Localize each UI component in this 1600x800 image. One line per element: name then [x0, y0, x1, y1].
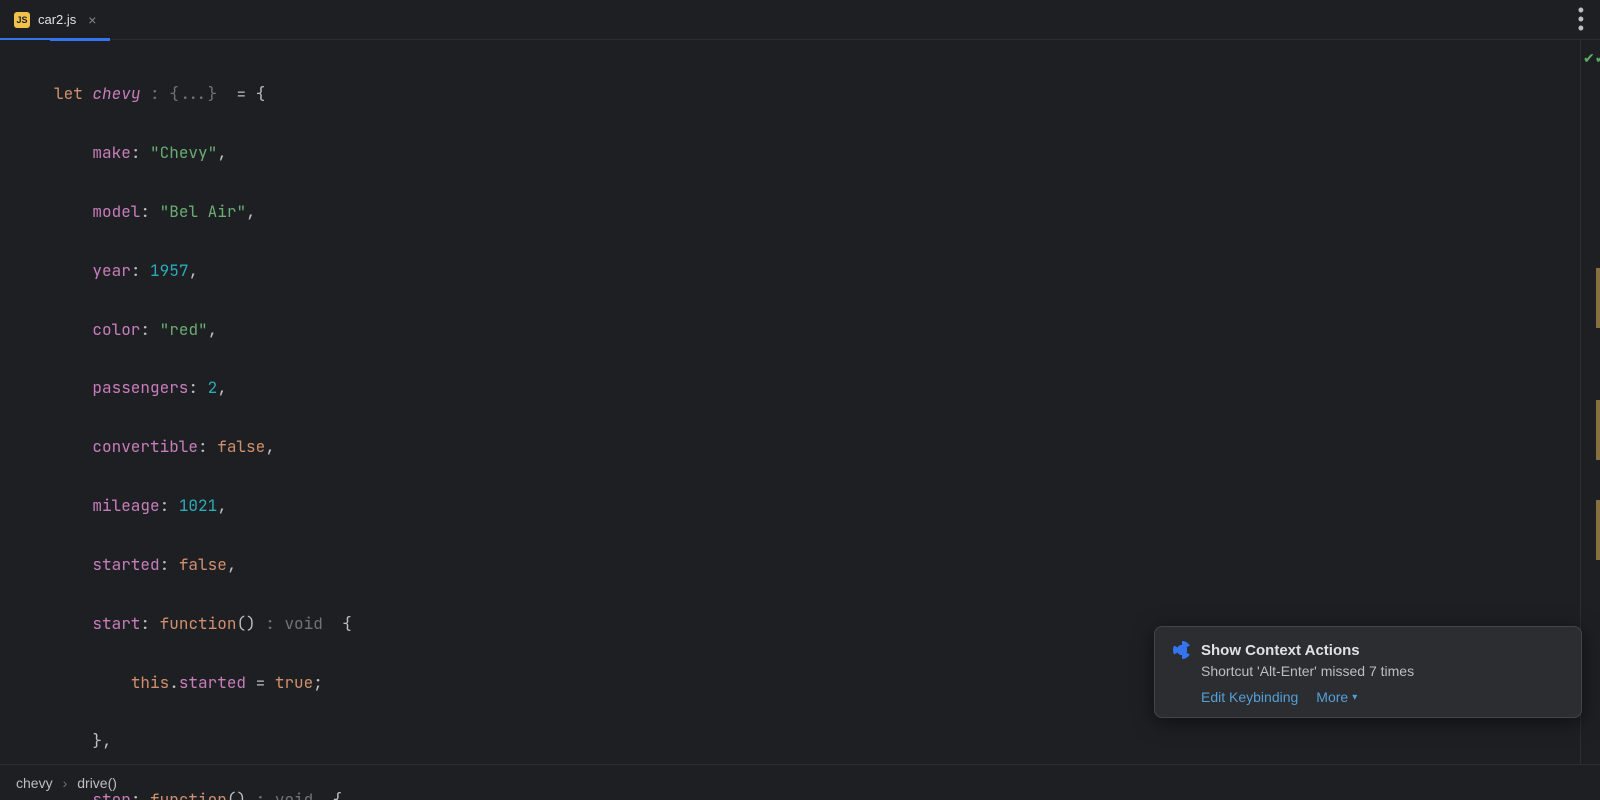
- keyword-let: let: [54, 83, 83, 104]
- chevron-down-icon: ▾: [1352, 692, 1357, 703]
- intention-bulb-icon: [1173, 641, 1191, 659]
- notification-title: Show Context Actions: [1201, 642, 1360, 659]
- punct: :: [140, 201, 150, 222]
- prop-stop: stop: [92, 789, 130, 800]
- prop-color: color: [92, 319, 140, 340]
- punct: :: [140, 613, 150, 634]
- prop-model: model: [92, 201, 140, 222]
- inspection-stripe[interactable]: ✔✔: [1580, 40, 1600, 764]
- stripe-marker[interactable]: [1596, 400, 1600, 460]
- punct: {: [342, 613, 352, 634]
- bool: false: [179, 554, 227, 575]
- js-file-icon: JS: [14, 12, 30, 28]
- prop-year: year: [92, 260, 130, 281]
- prop-mileage: mileage: [92, 495, 159, 516]
- inlay-return-hint: : void: [246, 789, 323, 800]
- punct: ,: [217, 377, 227, 398]
- stripe-marker[interactable]: [1596, 268, 1600, 328]
- punct: },: [92, 730, 111, 751]
- punct: ,: [217, 142, 227, 163]
- prop-start: start: [92, 613, 140, 634]
- more-actions-link[interactable]: More ▾: [1316, 689, 1357, 705]
- prop-make: make: [92, 142, 130, 163]
- punct: ,: [188, 260, 198, 281]
- field: started: [179, 672, 246, 693]
- breadcrumb-item[interactable]: chevy: [16, 775, 53, 791]
- gutter[interactable]: [0, 40, 50, 764]
- edit-keybinding-link[interactable]: Edit Keybinding: [1201, 689, 1298, 705]
- inspection-ok-icon[interactable]: ✔✔: [1583, 50, 1600, 67]
- notification-popup: Show Context Actions Shortcut 'Alt-Enter…: [1154, 626, 1582, 718]
- notification-body: Shortcut 'Alt-Enter' missed 7 times: [1201, 663, 1563, 679]
- number: 2: [208, 377, 218, 398]
- editor-tab-bar: JS car2.js × •••: [0, 0, 1600, 40]
- number: 1021: [179, 495, 217, 516]
- keyword-this: this: [131, 672, 169, 693]
- editor: let chevy : {...} = { make: "Chevy", mod…: [0, 40, 1600, 764]
- string: "Bel Air": [160, 201, 246, 222]
- string: "Chevy": [150, 142, 217, 163]
- punct: ;: [313, 672, 323, 693]
- punct: = {: [227, 83, 265, 104]
- punct: :: [131, 142, 141, 163]
- punct: :: [198, 436, 208, 457]
- bool: true: [275, 672, 313, 693]
- punct: {: [332, 789, 342, 800]
- punct: ,: [217, 495, 227, 516]
- number: 1957: [150, 260, 188, 281]
- string: "red": [160, 319, 208, 340]
- punct: ,: [227, 554, 237, 575]
- var-chevy: chevy: [92, 83, 140, 104]
- punct: ,: [208, 319, 218, 340]
- punct: :: [131, 260, 141, 281]
- punct: (): [236, 613, 255, 634]
- punct: ,: [246, 201, 256, 222]
- inlay-type-hint: : {...}: [140, 83, 226, 104]
- keyword-function: function: [150, 789, 227, 800]
- punct: ,: [265, 436, 275, 457]
- punct: :: [160, 554, 170, 575]
- more-label: More: [1316, 689, 1348, 705]
- stripe-marker[interactable]: [1596, 500, 1600, 560]
- punct: (): [227, 789, 246, 800]
- prop-convertible: convertible: [92, 436, 198, 457]
- inlay-return-hint: : void: [256, 613, 333, 634]
- close-tab-icon[interactable]: ×: [84, 10, 100, 30]
- tab-overflow-menu-icon[interactable]: •••: [1572, 0, 1590, 40]
- punct: :: [188, 377, 198, 398]
- prop-started: started: [92, 554, 159, 575]
- punct: .: [169, 672, 179, 693]
- keyword-function: function: [160, 613, 237, 634]
- punct: :: [131, 789, 141, 800]
- punct: :: [160, 495, 170, 516]
- file-tab[interactable]: JS car2.js ×: [0, 0, 110, 40]
- prop-passengers: passengers: [92, 377, 188, 398]
- bool: false: [217, 436, 265, 457]
- punct: =: [246, 672, 275, 693]
- tab-filename: car2.js: [38, 12, 76, 27]
- punct: :: [140, 319, 150, 340]
